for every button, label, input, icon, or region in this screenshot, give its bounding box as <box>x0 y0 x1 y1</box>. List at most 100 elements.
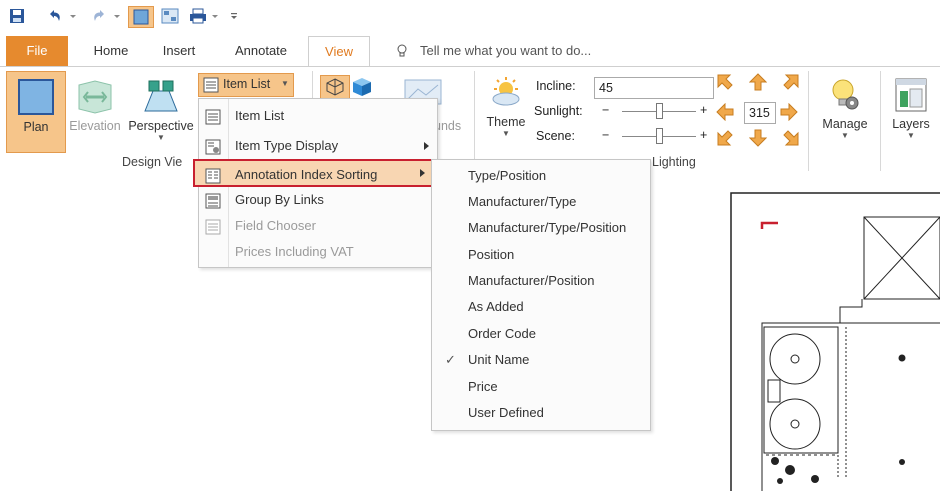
sort-option-manufacturer-type[interactable]: Manufacturer/Type <box>432 189 650 215</box>
sort-option-as-added[interactable]: As Added <box>432 294 650 320</box>
item-list-caret-icon: ▼ <box>281 79 289 88</box>
theme-label: Theme <box>486 115 526 129</box>
plan-icon <box>17 78 55 116</box>
rotate-down-right-icon[interactable] <box>782 129 800 150</box>
sort-option-unit-name[interactable]: ✓ Unit Name <box>432 347 650 373</box>
undo-icon[interactable] <box>46 8 64 24</box>
group-divider <box>880 71 881 171</box>
layers-button[interactable]: Layers ▼ <box>886 71 936 151</box>
tab-view[interactable]: View <box>308 36 370 68</box>
annotation-index-sorting-icon <box>205 166 221 184</box>
layout-icon[interactable] <box>160 8 180 24</box>
solid-cube-icon[interactable] <box>352 77 372 100</box>
menu-item-group-by-links[interactable]: Group By Links <box>199 187 437 213</box>
menu-item-label: Unit Name <box>468 352 530 367</box>
theme-dropdown-icon: ▼ <box>502 129 510 138</box>
save-icon[interactable] <box>8 8 26 24</box>
submenu-arrow-icon <box>424 142 429 150</box>
incline-value: 45 <box>599 81 613 95</box>
rotation-input[interactable]: 315 <box>744 102 776 124</box>
rotate-up-icon[interactable] <box>748 73 768 94</box>
tell-me-search[interactable]: Tell me what you want to do... <box>420 36 591 66</box>
item-list-icon <box>205 108 221 125</box>
redo-dropdown-icon[interactable] <box>112 8 122 24</box>
menu-item-label: Field Chooser <box>235 218 316 233</box>
layers-icon <box>894 77 928 113</box>
scene-slider-thumb[interactable] <box>656 128 663 144</box>
elevation-button[interactable]: Elevation <box>64 71 126 151</box>
rotate-right-icon[interactable] <box>780 102 798 124</box>
item-list-dropdown-button[interactable]: Item List ▼ <box>198 73 294 97</box>
scene-plus-button[interactable]: + <box>700 128 707 142</box>
item-list-icon <box>203 77 219 96</box>
rotate-left-icon[interactable] <box>716 102 734 124</box>
menu-item-item-list[interactable]: Item List <box>199 103 437 129</box>
sunlight-plus-button[interactable]: + <box>700 103 707 117</box>
3d-wireframe-button[interactable] <box>320 75 350 99</box>
menu-item-label: Position <box>468 247 515 262</box>
lightbulb-icon <box>396 44 408 61</box>
sort-option-price[interactable]: Price <box>432 374 650 400</box>
menu-item-label: Item Type Display <box>235 138 339 153</box>
menu-item-label: Price <box>468 379 498 394</box>
perspective-icon <box>141 77 181 115</box>
plan-view-quick-icon[interactable] <box>128 6 154 28</box>
sunlight-minus-button[interactable]: − <box>602 103 609 117</box>
elevation-icon <box>76 79 114 115</box>
sunlight-slider-thumb[interactable] <box>656 103 663 119</box>
perspective-dropdown-icon: ▼ <box>157 133 165 142</box>
plan-button[interactable]: Plan <box>6 71 66 153</box>
tab-file[interactable]: File <box>6 36 68 66</box>
sort-option-user-defined[interactable]: User Defined <box>432 400 650 426</box>
sort-option-position[interactable]: Position <box>432 242 650 268</box>
layers-dropdown-icon: ▼ <box>907 131 915 140</box>
rotation-value: 315 <box>749 106 770 120</box>
rotate-down-icon[interactable] <box>748 129 768 150</box>
layers-label: Layers <box>892 117 930 131</box>
tab-home[interactable]: Home <box>80 36 142 66</box>
scene-minus-button[interactable]: − <box>602 128 609 142</box>
perspective-button[interactable]: Perspective ▼ <box>126 71 196 151</box>
field-chooser-icon <box>205 218 221 235</box>
menu-item-label: Item List <box>235 108 285 123</box>
customize-toolbar-icon[interactable] <box>228 8 240 24</box>
menu-item-item-type-display[interactable]: Item Type Display <box>199 133 437 159</box>
annotation-index-sorting-submenu: Type/Position Manufacturer/Type Manufact… <box>431 159 651 431</box>
sort-option-type-position[interactable]: Type/Position <box>432 163 650 189</box>
tab-insert[interactable]: Insert <box>148 36 210 66</box>
bounds-label: unds <box>434 119 462 133</box>
manage-dropdown-icon: ▼ <box>841 131 849 140</box>
elevation-label: Elevation <box>69 119 121 133</box>
rotate-up-left-icon[interactable] <box>716 73 734 94</box>
menu-item-field-chooser[interactable]: Field Chooser <box>199 213 437 239</box>
menu-item-label: User Defined <box>468 405 544 420</box>
menu-item-label: As Added <box>468 299 524 314</box>
item-type-display-icon <box>205 138 221 155</box>
perspective-label: Perspective <box>128 119 194 133</box>
menu-item-prices-including-vat[interactable]: Prices Including VAT <box>199 239 437 265</box>
wireframe-cube-icon <box>326 78 344 99</box>
menu-item-label: Group By Links <box>235 192 324 207</box>
tab-annotate[interactable]: Annotate <box>222 36 300 66</box>
incline-input[interactable]: 45 <box>594 77 714 99</box>
manage-button[interactable]: Manage ▼ <box>814 71 876 151</box>
item-list-label: Item List <box>223 77 271 91</box>
lighting-group-label: Lighting <box>652 155 696 169</box>
undo-dropdown-icon[interactable] <box>68 8 78 24</box>
rotate-up-right-icon[interactable] <box>782 73 800 94</box>
sort-option-manufacturer-type-position[interactable]: Manufacturer/Type/Position <box>432 215 650 241</box>
manage-label: Manage <box>822 117 868 131</box>
sort-option-order-code[interactable]: Order Code <box>432 321 650 347</box>
menu-item-annotation-index-sorting[interactable]: Annotation Index Sorting <box>193 159 435 187</box>
scene-label: Scene: <box>536 129 575 143</box>
redo-icon[interactable] <box>90 8 108 24</box>
print-icon[interactable] <box>188 8 208 24</box>
sunlight-label: Sunlight: <box>534 104 583 118</box>
sort-option-manufacturer-position[interactable]: Manufacturer/Position <box>432 268 650 294</box>
theme-button[interactable]: Theme ▼ <box>482 71 530 151</box>
menu-item-label: Manufacturer/Type <box>468 194 577 209</box>
print-dropdown-icon[interactable] <box>210 8 220 24</box>
submenu-arrow-icon <box>420 169 425 177</box>
rotate-down-left-icon[interactable] <box>716 129 734 150</box>
menu-item-label: Annotation Index Sorting <box>235 167 378 182</box>
